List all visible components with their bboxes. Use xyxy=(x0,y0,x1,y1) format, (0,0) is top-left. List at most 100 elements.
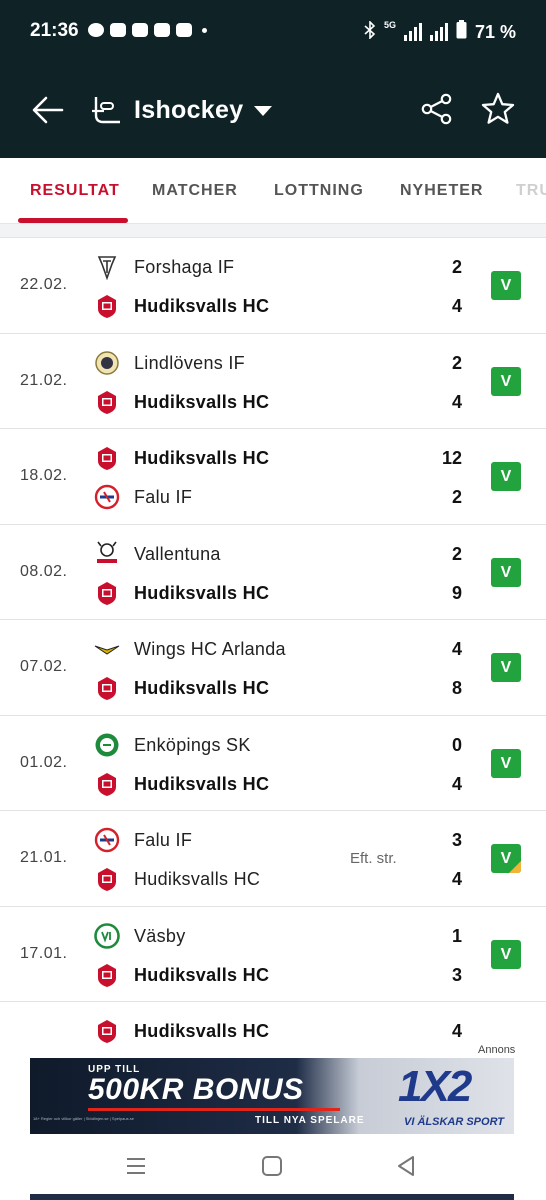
match-date: 21.02. xyxy=(20,371,68,389)
match-date: 22.02. xyxy=(20,276,68,293)
hudiksvalls-logo-icon xyxy=(94,675,120,701)
home-team: Väsby xyxy=(94,922,454,951)
away-team: Hudiksvalls HC xyxy=(94,580,454,608)
hudiksvalls-logo-icon xyxy=(94,866,120,892)
system-nav-bar xyxy=(0,1134,546,1200)
result-letter: V xyxy=(500,277,512,294)
away-team-name: Falu IF xyxy=(134,487,193,507)
back-nav-icon[interactable] xyxy=(394,1154,418,1183)
home-icon[interactable] xyxy=(260,1154,284,1183)
result-letter: V xyxy=(500,372,512,390)
ad-label: Annons xyxy=(478,1044,516,1056)
home-score: 1 xyxy=(451,925,462,946)
away-team-name: Hudiksvalls HC xyxy=(134,964,270,985)
signal-icon xyxy=(429,23,448,41)
result-row[interactable]: 21.02. Lindlövens IF 2 Hudiksvalls HC 4 V xyxy=(0,333,546,429)
home-team-name: Hudiksvalls HC xyxy=(134,448,270,468)
away-team-name: Hudiksvalls HC xyxy=(134,582,270,603)
home-team: Hudiksvalls HC xyxy=(94,445,454,473)
tab-lottning[interactable]: LOTTNING xyxy=(274,182,364,200)
ad-banner[interactable]: UPP TILL 500KR BONUS TILL NYA SPELARE 18… xyxy=(30,1058,514,1134)
away-team-name: Hudiksvalls HC xyxy=(134,869,261,889)
result-row[interactable]: 17.01. Väsby 1 Hudiksvalls HC 3 V xyxy=(0,906,546,1002)
network-type: 5G xyxy=(383,20,396,30)
hudiksvalls-logo-icon xyxy=(94,293,120,319)
ad-underline xyxy=(88,1108,340,1111)
recent-apps-icon[interactable] xyxy=(124,1154,148,1183)
vallentuna-logo-icon xyxy=(94,541,120,567)
match-date: 08.02. xyxy=(20,562,68,580)
away-score: 9 xyxy=(451,582,462,603)
away-team-name: Hudiksvalls HC xyxy=(134,296,270,316)
result-row[interactable]: 07.02. Wings HC Arlanda 4 Hudiksvalls HC 8 V xyxy=(0,620,546,716)
result-row[interactable]: 18.02. Hudiksvalls HC 12 Falu IF 2 V xyxy=(0,429,546,525)
result-letter: V xyxy=(500,563,512,581)
result-row[interactable]: Hudiksvalls HC 4 xyxy=(0,1002,546,1054)
tab-truncated[interactable]: TRU xyxy=(516,182,546,200)
home-team-name: Hudiksvalls HC xyxy=(134,1021,270,1041)
away-team: Hudiksvalls HC xyxy=(94,293,454,321)
list-spacer xyxy=(0,224,546,238)
page-title[interactable]: Ishockey xyxy=(134,96,243,125)
away-team: Falu IF xyxy=(94,484,454,512)
overtime-corner xyxy=(509,861,521,873)
tab-nyheter[interactable]: NYHETER xyxy=(400,182,483,200)
ad-subline: TILL NYA SPELARE xyxy=(255,1115,365,1126)
home-score: 2 xyxy=(451,257,462,277)
hudiksvalls-logo-icon xyxy=(94,580,120,606)
away-team: Hudiksvalls HC xyxy=(94,389,454,417)
home-team: Vallentuna xyxy=(94,541,454,569)
status-bar: 21:36 5G 71 % xyxy=(0,0,546,62)
youtube-icon xyxy=(154,23,170,37)
hockey-icon xyxy=(90,95,122,125)
share-icon[interactable] xyxy=(420,92,454,126)
away-score: 2 xyxy=(451,487,462,507)
away-score: 3 xyxy=(451,964,462,985)
tab-matcher[interactable]: MATCHER xyxy=(152,182,238,200)
back-arrow-icon[interactable] xyxy=(30,92,66,128)
hudiksvalls-logo-icon xyxy=(94,962,120,988)
home-score: 2 xyxy=(451,352,462,373)
result-letter: V xyxy=(500,754,512,772)
instagram-icon xyxy=(110,23,126,37)
dropdown-caret-icon[interactable] xyxy=(254,106,272,116)
home-team-name: Wings HC Arlanda xyxy=(134,639,286,659)
win-badge: V xyxy=(491,939,521,969)
results-list[interactable]: 22.02. Forshaga IF 2 Hudiksvalls HC 4 V 21.02.… xyxy=(0,224,546,1054)
result-row[interactable]: 22.02. Forshaga IF 2 Hudiksvalls HC 4 V xyxy=(0,238,546,334)
away-team-name: Hudiksvalls HC xyxy=(134,391,270,412)
falu-logo-icon xyxy=(94,484,120,510)
vasby-logo-icon xyxy=(94,922,120,949)
more-notifications-icon xyxy=(202,27,207,33)
home-team-name: Vallentuna xyxy=(134,543,221,564)
home-team-name: Enköpings SK xyxy=(134,734,251,755)
notification-icons xyxy=(88,23,207,37)
app-bar: Ishockey xyxy=(0,62,546,158)
tab-resultat[interactable]: RESULTAT xyxy=(30,182,120,200)
match-date: 01.02. xyxy=(20,753,68,771)
away-score: 4 xyxy=(451,391,462,412)
lindlovens-logo-icon xyxy=(94,350,120,376)
home-team: Hudiksvalls HC xyxy=(94,1018,454,1046)
tab-bar: RESULTAT MATCHER LOTTNING NYHETER TRU xyxy=(0,158,546,224)
match-date: 07.02. xyxy=(20,658,68,675)
win-badge: V xyxy=(491,653,521,682)
match-date: 18.02. xyxy=(20,467,68,484)
result-row[interactable]: 01.02. Enköpings SK 0 Hudiksvalls HC 4 V xyxy=(0,715,546,811)
win-badge: V xyxy=(491,557,521,587)
hudiksvalls-logo-icon xyxy=(94,445,120,471)
star-icon[interactable] xyxy=(480,91,516,127)
away-team-name: Hudiksvalls HC xyxy=(134,678,270,698)
home-team: Falu IF xyxy=(94,827,454,855)
hudiksvalls-logo-icon xyxy=(94,771,120,797)
youtube-icon xyxy=(132,23,148,37)
away-team: Hudiksvalls HC xyxy=(94,771,454,799)
home-team: Wings HC Arlanda xyxy=(94,636,454,664)
result-row[interactable]: 21.01. Falu IF 3 Hudiksvalls HC 4 Eft. str. V xyxy=(0,811,546,907)
match-note: Eft. str. xyxy=(350,850,397,867)
home-team: Lindlövens IF xyxy=(94,350,454,378)
win-badge: V xyxy=(491,271,521,300)
away-team: Hudiksvalls HC xyxy=(94,962,454,990)
home-team-name: Forshaga IF xyxy=(134,257,235,277)
result-row[interactable]: 08.02. Vallentuna 2 Hudiksvalls HC 9 V xyxy=(0,524,546,620)
